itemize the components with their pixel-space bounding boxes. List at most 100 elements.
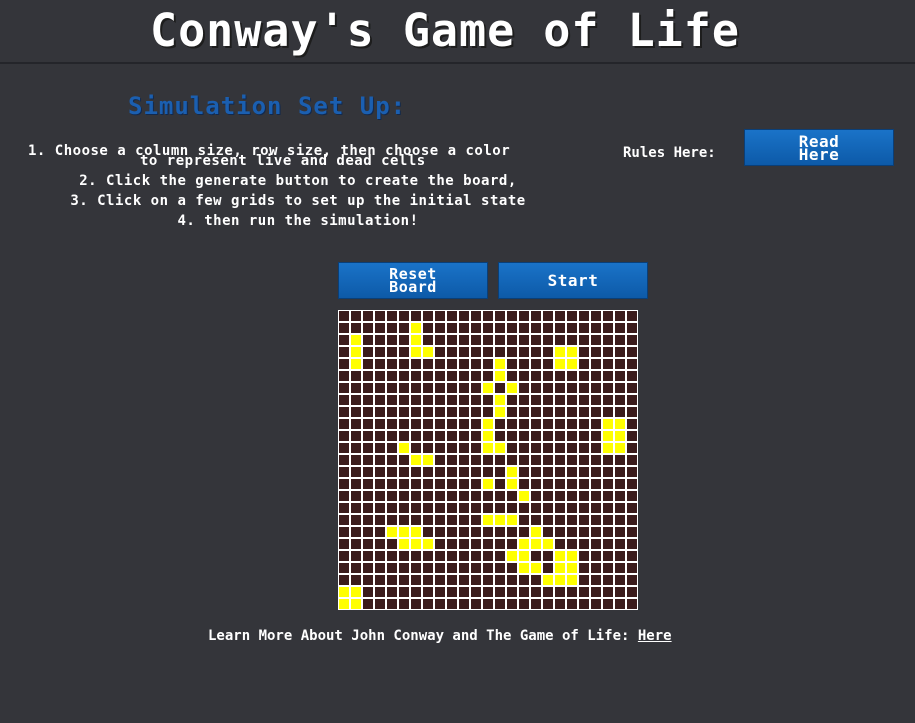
board-cell-dead[interactable] xyxy=(603,359,613,369)
board-cell-dead[interactable] xyxy=(543,443,553,453)
board-cell-live[interactable] xyxy=(615,443,625,453)
board-cell-dead[interactable] xyxy=(627,407,637,417)
board-cell-dead[interactable] xyxy=(363,359,373,369)
board-cell-dead[interactable] xyxy=(603,347,613,357)
board-cell-dead[interactable] xyxy=(507,419,517,429)
board-cell-dead[interactable] xyxy=(519,467,529,477)
board-cell-dead[interactable] xyxy=(591,527,601,537)
board-cell-dead[interactable] xyxy=(447,419,457,429)
board-cell-dead[interactable] xyxy=(579,467,589,477)
board-cell-dead[interactable] xyxy=(423,419,433,429)
board-cell-dead[interactable] xyxy=(519,395,529,405)
board-cell-live[interactable] xyxy=(399,527,409,537)
board-cell-dead[interactable] xyxy=(555,419,565,429)
board-cell-dead[interactable] xyxy=(615,575,625,585)
board-cell-live[interactable] xyxy=(507,479,517,489)
board-cell-dead[interactable] xyxy=(447,539,457,549)
board-cell-dead[interactable] xyxy=(567,311,577,321)
board-cell-dead[interactable] xyxy=(387,431,397,441)
board-cell-live[interactable] xyxy=(495,443,505,453)
board-cell-dead[interactable] xyxy=(447,311,457,321)
board-cell-dead[interactable] xyxy=(579,599,589,609)
board-cell-dead[interactable] xyxy=(555,479,565,489)
board-cell-dead[interactable] xyxy=(399,599,409,609)
board-cell-dead[interactable] xyxy=(471,515,481,525)
board-cell-dead[interactable] xyxy=(483,359,493,369)
board-cell-dead[interactable] xyxy=(507,503,517,513)
board-cell-dead[interactable] xyxy=(447,515,457,525)
board-cell-dead[interactable] xyxy=(531,395,541,405)
board-cell-dead[interactable] xyxy=(375,563,385,573)
board-cell-dead[interactable] xyxy=(591,371,601,381)
board-cell-dead[interactable] xyxy=(363,479,373,489)
board-cell-dead[interactable] xyxy=(459,419,469,429)
board-cell-dead[interactable] xyxy=(615,323,625,333)
board-cell-dead[interactable] xyxy=(507,527,517,537)
board-cell-dead[interactable] xyxy=(495,479,505,489)
board-cell-dead[interactable] xyxy=(603,407,613,417)
board-cell-dead[interactable] xyxy=(615,599,625,609)
board-cell-dead[interactable] xyxy=(483,575,493,585)
board-cell-dead[interactable] xyxy=(495,491,505,501)
board-cell-live[interactable] xyxy=(519,563,529,573)
board-cell-live[interactable] xyxy=(555,575,565,585)
board-cell-dead[interactable] xyxy=(471,599,481,609)
board-cell-dead[interactable] xyxy=(459,431,469,441)
board-cell-dead[interactable] xyxy=(339,419,349,429)
board-cell-dead[interactable] xyxy=(495,587,505,597)
board-cell-live[interactable] xyxy=(567,347,577,357)
board-cell-dead[interactable] xyxy=(531,599,541,609)
board-cell-dead[interactable] xyxy=(447,599,457,609)
board-cell-dead[interactable] xyxy=(375,491,385,501)
board-cell-dead[interactable] xyxy=(519,587,529,597)
board-cell-dead[interactable] xyxy=(339,359,349,369)
board-cell-dead[interactable] xyxy=(339,335,349,345)
board-cell-dead[interactable] xyxy=(435,575,445,585)
board-cell-live[interactable] xyxy=(411,527,421,537)
board-cell-live[interactable] xyxy=(495,359,505,369)
board-cell-dead[interactable] xyxy=(579,539,589,549)
board-cell-dead[interactable] xyxy=(567,455,577,465)
board-cell-dead[interactable] xyxy=(543,395,553,405)
board-cell-dead[interactable] xyxy=(471,323,481,333)
board-cell-dead[interactable] xyxy=(363,527,373,537)
board-cell-dead[interactable] xyxy=(459,455,469,465)
board-cell-dead[interactable] xyxy=(519,455,529,465)
board-cell-dead[interactable] xyxy=(543,383,553,393)
board-cell-dead[interactable] xyxy=(471,419,481,429)
board-cell-dead[interactable] xyxy=(447,563,457,573)
board-cell-dead[interactable] xyxy=(579,455,589,465)
board-cell-dead[interactable] xyxy=(387,395,397,405)
board-cell-dead[interactable] xyxy=(351,491,361,501)
board-cell-dead[interactable] xyxy=(399,551,409,561)
board-cell-live[interactable] xyxy=(423,539,433,549)
board-cell-dead[interactable] xyxy=(519,347,529,357)
board-cell-live[interactable] xyxy=(351,359,361,369)
board-cell-dead[interactable] xyxy=(399,575,409,585)
board-cell-dead[interactable] xyxy=(627,419,637,429)
board-cell-dead[interactable] xyxy=(603,575,613,585)
board-cell-dead[interactable] xyxy=(375,323,385,333)
board-cell-dead[interactable] xyxy=(579,575,589,585)
board-cell-dead[interactable] xyxy=(615,455,625,465)
board-cell-dead[interactable] xyxy=(615,383,625,393)
board-cell-dead[interactable] xyxy=(519,383,529,393)
board-cell-dead[interactable] xyxy=(627,539,637,549)
board-cell-dead[interactable] xyxy=(603,527,613,537)
board-cell-dead[interactable] xyxy=(627,335,637,345)
board-cell-dead[interactable] xyxy=(579,443,589,453)
board-cell-dead[interactable] xyxy=(519,599,529,609)
board-cell-dead[interactable] xyxy=(627,479,637,489)
board-cell-dead[interactable] xyxy=(555,311,565,321)
board-cell-dead[interactable] xyxy=(447,527,457,537)
board-cell-dead[interactable] xyxy=(411,563,421,573)
board-cell-dead[interactable] xyxy=(627,587,637,597)
board-cell-dead[interactable] xyxy=(351,383,361,393)
board-cell-dead[interactable] xyxy=(351,419,361,429)
board-cell-live[interactable] xyxy=(519,551,529,561)
board-cell-dead[interactable] xyxy=(351,479,361,489)
board-cell-dead[interactable] xyxy=(471,503,481,513)
board-cell-live[interactable] xyxy=(411,335,421,345)
board-cell-dead[interactable] xyxy=(435,347,445,357)
board-cell-live[interactable] xyxy=(603,431,613,441)
